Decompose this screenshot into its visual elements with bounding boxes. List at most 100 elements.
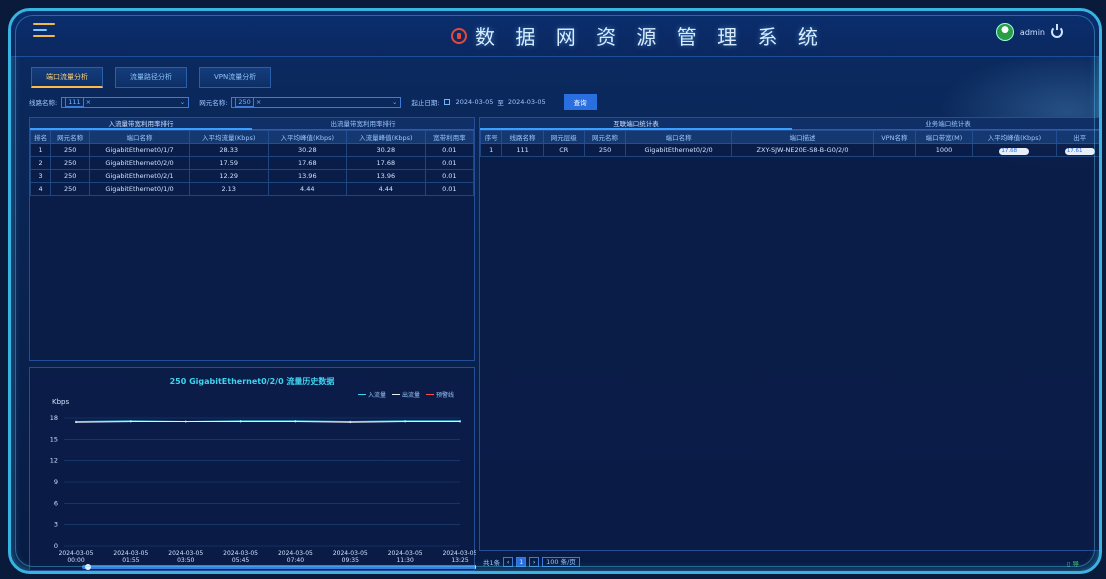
line-select[interactable]: 111 × ⌄ — [61, 96, 190, 108]
tab-interconnect-ports[interactable]: 互联端口统计表 — [480, 118, 792, 130]
power-icon[interactable] — [1051, 24, 1063, 38]
username[interactable]: admin — [1020, 28, 1045, 37]
port-stats-table: 序号 线路名称 网元层级 网元名称 端口名称 端口描述 VPN名称 端口带宽(M) 入平均峰值(… — [479, 130, 1099, 157]
table-cell: 4.44 — [267, 182, 348, 196]
table-cell: GigabitEthernet0/2/1 — [89, 169, 190, 183]
tab-port-traffic[interactable]: 端口流量分析 — [31, 67, 103, 88]
value-pill: 17.68 — [999, 147, 1030, 155]
line-label: 线路名称: — [29, 99, 58, 107]
x-tick-label: 2024-03-05 — [333, 550, 368, 557]
zoom-handle-left — [85, 564, 91, 570]
table-cell: 250 — [50, 182, 91, 196]
table-cell: GigabitEthernet0/1/7 — [89, 143, 190, 157]
ne-select[interactable]: 250 × ⌄ — [231, 96, 402, 108]
x-tick-label: 03:50 — [177, 557, 194, 564]
menu-icon[interactable] — [33, 23, 55, 39]
traffic-chart: Kbps03691215182024-03-0500:002024-03-050… — [50, 398, 476, 570]
table-row[interactable]: 2 250 GigabitEthernet0/2/0 17.59 17.68 17.68 0… — [29, 156, 475, 170]
table-cell: 13.96 — [346, 169, 426, 183]
date-end[interactable]: 2024-03-05 — [508, 98, 546, 106]
table-cell: 3 — [29, 169, 52, 183]
ne-label: 网元名称: — [199, 99, 228, 107]
column-header: 端口名称 — [89, 130, 190, 144]
date-start[interactable]: 2024-03-05 — [456, 98, 494, 106]
date-sep: 至 — [497, 99, 504, 107]
data-point — [459, 420, 461, 423]
export-button[interactable]: ▯ 导 — [1067, 558, 1079, 568]
column-header: 端口带宽(M) — [914, 130, 974, 144]
tab-vpn-traffic[interactable]: VPN流量分析 — [199, 67, 272, 88]
table-cell: 30.28 — [346, 143, 426, 157]
data-point — [404, 420, 407, 423]
data-point — [129, 420, 132, 423]
app-title: 数 据 网 资 源 管 理 系 统 — [475, 25, 825, 49]
y-tick-label: 0 — [54, 542, 58, 550]
column-header: 入平均峰值(Kbps) — [972, 130, 1057, 144]
column-header: 排名 — [29, 130, 52, 144]
table-cell: 111 — [501, 143, 544, 157]
y-tick-label: 3 — [54, 521, 58, 529]
table-cell: 1 — [29, 143, 52, 157]
table-cell: 17.68 — [972, 143, 1057, 157]
x-tick-label: 01:55 — [122, 557, 139, 564]
x-tick-label: 2024-03-05 — [59, 550, 94, 557]
table-row[interactable]: 1 250 GigabitEthernet0/1/7 28.33 30.28 30.28 0… — [29, 143, 475, 157]
column-header: 入流量峰值(Kbps) — [346, 130, 426, 144]
column-header: 宽带利用率 — [424, 130, 475, 144]
ranking-panel: 入流量带宽利用率排行 出流量带宽利用率排行 排名 网元名称 端口名称 入平均流量(Kb… — [29, 117, 475, 361]
app-frame: 数 据 网 资 源 管 理 系 统 admin 端口流量分析 流量路径分析 VP… — [8, 8, 1102, 574]
table-row[interactable]: 1 111 CR 250 GigabitEthernet0/2/0 ZXY-SJW-NE2… — [479, 143, 1099, 157]
port-stats-panel: 互联端口统计表 业务端口统计表 序号 线路名称 网元层级 网元名称 端口名称 端口描述 VP… — [479, 117, 1099, 551]
table-cell: 4.44 — [346, 182, 426, 196]
series-line — [75, 421, 460, 423]
tab-in-ranking[interactable]: 入流量带宽利用率排行 — [30, 118, 252, 130]
column-header: 网元名称 — [50, 130, 91, 144]
table-cell: 4 — [29, 182, 52, 196]
pagination: 共1条 ‹ 1 › 100 条/页 — [483, 557, 580, 567]
table-cell: 2 — [29, 156, 52, 170]
table-cell: GigabitEthernet0/2/0 — [89, 156, 190, 170]
ranking-table: 排名 网元名称 端口名称 入平均流量(Kbps) 入平均峰值(Kbps) 入流量峰值(Kb… — [29, 130, 475, 196]
logo-icon — [451, 27, 467, 44]
value-pill: 17.61 — [1064, 147, 1095, 155]
column-header: 入平均峰值(Kbps) — [267, 130, 348, 144]
x-tick-label: 07:40 — [287, 557, 304, 564]
table-cell — [873, 143, 916, 157]
x-tick-label: 09:35 — [342, 557, 359, 564]
table-cell: 0.01 — [424, 169, 475, 183]
prev-page-button[interactable]: ‹ — [503, 557, 514, 567]
main-tabs: 端口流量分析 流量路径分析 VPN流量分析 — [31, 67, 272, 88]
x-tick-label: 00:00 — [67, 557, 84, 564]
y-tick-label: 15 — [50, 435, 58, 443]
table-cell: 250 — [50, 143, 91, 157]
tab-service-ports[interactable]: 业务端口统计表 — [792, 118, 1099, 130]
query-button[interactable]: 查询 — [563, 94, 597, 110]
table-cell: 0.01 — [424, 143, 475, 157]
table-cell: GigabitEthernet0/2/0 — [625, 143, 732, 157]
x-tick-label: 05:45 — [232, 557, 249, 564]
tab-path-traffic[interactable]: 流量路径分析 — [115, 67, 187, 88]
column-header: 出平 — [1055, 130, 1099, 144]
column-header: 线路名称 — [501, 130, 544, 144]
table-cell: 1000 — [914, 143, 974, 157]
table-cell: 250 — [50, 169, 91, 183]
table-cell: 17.68 — [267, 156, 348, 170]
page-number[interactable]: 1 — [516, 557, 527, 567]
data-point — [75, 421, 77, 424]
next-page-button[interactable]: › — [529, 557, 540, 567]
x-tick-label: 2024-03-05 — [388, 550, 423, 557]
avatar[interactable] — [995, 23, 1014, 41]
chevron-down-icon: ⌄ — [179, 98, 186, 106]
page-size-select[interactable]: 100 条/页 — [542, 557, 580, 567]
table-cell: 0.01 — [424, 182, 475, 196]
tab-out-ranking[interactable]: 出流量带宽利用率排行 — [252, 118, 474, 130]
data-point — [294, 420, 297, 423]
y-axis-label: Kbps — [52, 398, 69, 406]
table-cell: 30.28 — [267, 143, 348, 157]
table-row[interactable]: 4 250 GigabitEthernet0/1/0 2.13 4.44 4.44 0.01 — [29, 182, 475, 196]
table-cell: 1 — [479, 143, 503, 157]
chevron-down-icon: ⌄ — [391, 98, 398, 106]
table-row[interactable]: 3 250 GigabitEthernet0/2/1 12.29 13.96 13.96 0… — [29, 169, 475, 183]
data-point — [184, 420, 187, 423]
table-cell: 12.29 — [188, 169, 269, 183]
